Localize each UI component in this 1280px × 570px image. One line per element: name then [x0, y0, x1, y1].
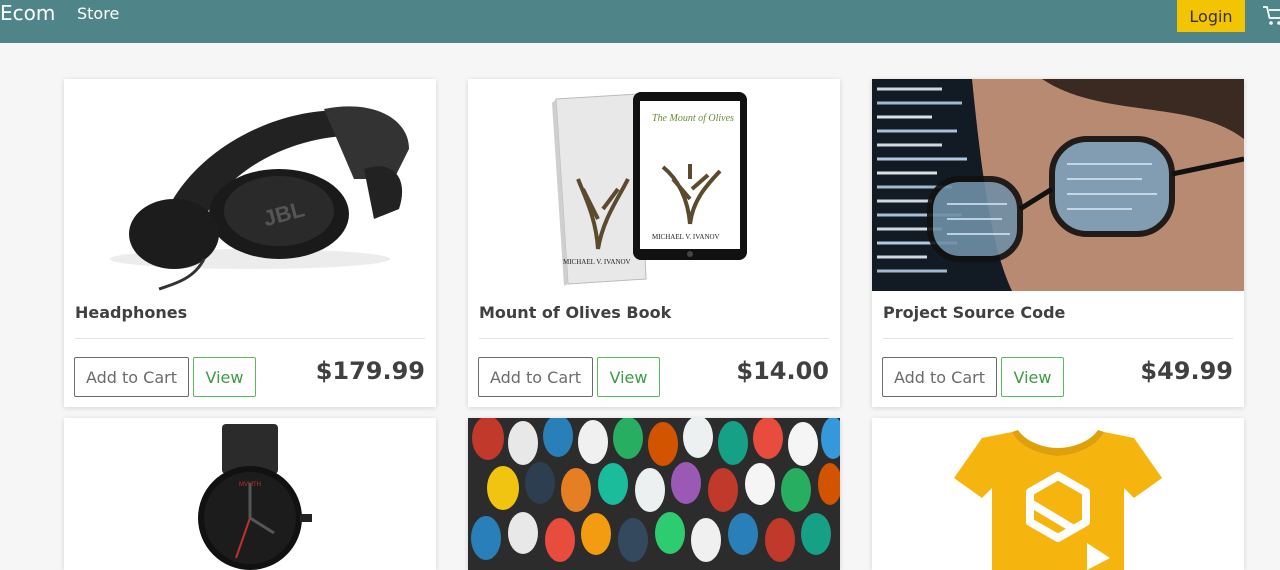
product-card-body: Headphones Add to Cart View $179.99	[64, 291, 436, 407]
nav-link-store[interactable]: Store	[77, 4, 119, 23]
shoes-image	[468, 418, 840, 570]
product-price: $49.99	[1140, 357, 1233, 385]
product-thumbnail	[872, 418, 1244, 570]
add-to-cart-button[interactable]: Add to Cart	[74, 357, 189, 397]
shopping-cart-icon[interactable]	[1262, 4, 1280, 28]
product-thumbnail	[872, 79, 1244, 291]
product-price: $179.99	[315, 357, 425, 385]
product-thumbnail	[468, 418, 840, 570]
product-card-headphones: JBL Headphones Add to Cart View $179.99	[64, 79, 436, 407]
product-card-source-code: Project Source Code Add to Cart View $49…	[872, 79, 1244, 407]
product-price: $14.00	[736, 357, 829, 385]
book-image: MICHAEL V. IVANOV The Mount of Olives MI…	[552, 92, 747, 286]
view-button[interactable]: View	[1001, 357, 1064, 397]
product-card-watch: MVMTH	[64, 418, 436, 570]
product-thumbnail: MICHAEL V. IVANOV The Mount of Olives MI…	[468, 79, 840, 291]
add-to-cart-button[interactable]: Add to Cart	[882, 357, 997, 397]
divider	[479, 338, 829, 339]
book-author-text: MICHAEL V. IVANOV	[563, 258, 631, 266]
product-title: Headphones	[75, 303, 188, 322]
product-thumbnail: JBL	[64, 79, 436, 291]
headphones-image: JBL	[110, 106, 409, 291]
divider	[75, 338, 425, 339]
login-button[interactable]: Login	[1177, 0, 1245, 32]
watch-image: MVMTH	[198, 424, 312, 570]
add-to-cart-button[interactable]: Add to Cart	[478, 357, 593, 397]
tshirt-image	[954, 430, 1162, 570]
product-title: Project Source Code	[883, 303, 1066, 322]
product-card-shoes	[468, 418, 840, 570]
source-code-image	[872, 79, 1244, 291]
divider	[883, 338, 1233, 339]
view-button[interactable]: View	[193, 357, 256, 397]
brand-logo[interactable]: Ecom	[0, 1, 55, 25]
product-card-book: MICHAEL V. IVANOV The Mount of Olives MI…	[468, 79, 840, 407]
product-card-body: Mount of Olives Book Add to Cart View $1…	[468, 291, 840, 407]
navbar: Ecom Store Login	[0, 0, 1280, 43]
product-thumbnail: MVMTH	[64, 418, 436, 570]
product-card-tshirt	[872, 418, 1244, 570]
view-button[interactable]: View	[597, 357, 660, 397]
book-cover-title: The Mount of Olives	[652, 113, 734, 124]
product-card-body: Project Source Code Add to Cart View $49…	[872, 291, 1244, 407]
product-title: Mount of Olives Book	[479, 303, 672, 322]
book-author-text: MICHAEL V. IVANOV	[652, 233, 720, 241]
